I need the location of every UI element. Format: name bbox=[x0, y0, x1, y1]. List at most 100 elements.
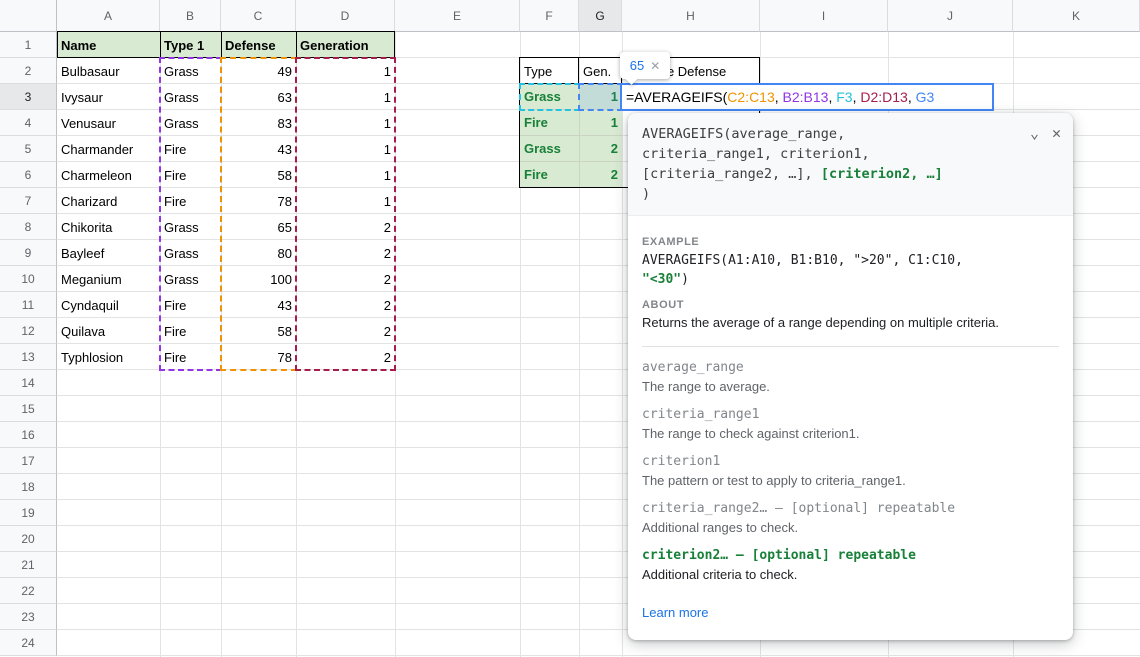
column-header-I[interactable]: I bbox=[760, 0, 888, 32]
function-help-popup: ⌄ ✕ AVERAGEIFS(average_range, criteria_ra… bbox=[628, 113, 1073, 640]
parameter-entry: average_rangeThe range to average. bbox=[642, 358, 1059, 396]
column-header-J[interactable]: J bbox=[888, 0, 1013, 32]
cell-A2[interactable]: Bulbasaur bbox=[57, 58, 160, 84]
example-line: AVERAGEIFS(A1:A10, B1:B10, ">20", C1:C10… bbox=[642, 251, 1059, 270]
cell-A5[interactable]: Charmander bbox=[57, 136, 160, 162]
about-text: Returns the average of a range depending… bbox=[642, 314, 1059, 332]
cell-summary-header-1[interactable]: Type bbox=[520, 58, 579, 84]
row-header-10[interactable]: 10 bbox=[0, 266, 57, 292]
cell-G5[interactable]: 2 bbox=[579, 136, 622, 162]
row-header-3[interactable]: 3 bbox=[0, 84, 57, 110]
cell-header-generation[interactable]: Generation bbox=[296, 32, 395, 58]
row-header-7[interactable]: 7 bbox=[0, 188, 57, 214]
signature-token: [criteria_range2, …], bbox=[642, 166, 821, 182]
column-header-K[interactable]: K bbox=[1013, 0, 1140, 32]
parameter-name: criterion1 bbox=[642, 452, 1059, 472]
cell-A8[interactable]: Chikorita bbox=[57, 214, 160, 240]
cell-A9[interactable]: Bayleef bbox=[57, 240, 160, 266]
cell-header-defense[interactable]: Defense bbox=[221, 32, 296, 58]
row-header-8[interactable]: 8 bbox=[0, 214, 57, 240]
example-token: AVERAGEIFS(A1:A10, B1:B10, ">20", C1:C10… bbox=[642, 253, 963, 268]
formula-part: , bbox=[853, 89, 861, 105]
formula-part: , bbox=[775, 89, 783, 105]
gridline-vertical bbox=[622, 32, 623, 657]
column-header-G[interactable]: G bbox=[579, 0, 622, 32]
row-header-11[interactable]: 11 bbox=[0, 292, 57, 318]
signature-line: AVERAGEIFS(average_range, bbox=[642, 124, 1029, 144]
formula-part: B2:B13 bbox=[783, 89, 829, 105]
row-header-13[interactable]: 13 bbox=[0, 344, 57, 370]
cell-A10[interactable]: Meganium bbox=[57, 266, 160, 292]
parameter-name: criteria_range2… – [optional] repeatable bbox=[642, 499, 1059, 519]
example-token: ) bbox=[681, 272, 689, 287]
range-highlight-F3 bbox=[519, 83, 580, 111]
cell-A12[interactable]: Quilava bbox=[57, 318, 160, 344]
row-header-20[interactable]: 20 bbox=[0, 526, 57, 552]
parameter-name: average_range bbox=[642, 358, 1059, 378]
column-header-H[interactable]: H bbox=[622, 0, 760, 32]
row-header-4[interactable]: 4 bbox=[0, 110, 57, 136]
row-header-23[interactable]: 23 bbox=[0, 604, 57, 630]
row-header-1[interactable]: 1 bbox=[0, 32, 57, 58]
cell-A4[interactable]: Venusaur bbox=[57, 110, 160, 136]
column-header-D[interactable]: D bbox=[296, 0, 395, 32]
range-highlight-G3 bbox=[578, 83, 623, 111]
row-header-24[interactable]: 24 bbox=[0, 630, 57, 656]
cell-A13[interactable]: Typhlosion bbox=[57, 344, 160, 370]
cell-A11[interactable]: Cyndaquil bbox=[57, 292, 160, 318]
row-header-9[interactable]: 9 bbox=[0, 240, 57, 266]
formula-input[interactable]: =AVERAGEIFS(C2:C13, B2:B13, F3, D2:D13, … bbox=[620, 83, 994, 111]
learn-more-link[interactable]: Learn more bbox=[642, 605, 708, 620]
formula-part: C2:C13 bbox=[727, 89, 774, 105]
row-header-15[interactable]: 15 bbox=[0, 396, 57, 422]
close-icon[interactable]: ✕ bbox=[1052, 124, 1061, 142]
row-header-12[interactable]: 12 bbox=[0, 318, 57, 344]
cell-F4[interactable]: Fire bbox=[520, 110, 579, 136]
cell-G4[interactable]: 1 bbox=[579, 110, 622, 136]
spreadsheet: ABCDEFGHIJK 1234567891011121314151617181… bbox=[0, 0, 1140, 657]
cell-G6[interactable]: 2 bbox=[579, 162, 622, 188]
collapse-icon[interactable]: ⌄ bbox=[1030, 124, 1039, 142]
row-header-21[interactable]: 21 bbox=[0, 552, 57, 578]
column-header-C[interactable]: C bbox=[221, 0, 296, 32]
row-header-6[interactable]: 6 bbox=[0, 162, 57, 188]
select-all-corner[interactable] bbox=[0, 0, 57, 32]
formula-result-value: 65 bbox=[630, 58, 644, 73]
about-label: ABOUT bbox=[642, 299, 1059, 311]
row-header-17[interactable]: 17 bbox=[0, 448, 57, 474]
formula-part: , bbox=[828, 89, 836, 105]
cell-A7[interactable]: Charizard bbox=[57, 188, 160, 214]
column-header-F[interactable]: F bbox=[520, 0, 579, 32]
parameter-description: The pattern or test to apply to criteria… bbox=[642, 472, 1059, 490]
row-header-19[interactable]: 19 bbox=[0, 500, 57, 526]
parameter-entry: criterion1The pattern or test to apply t… bbox=[642, 452, 1059, 490]
cell-F5[interactable]: Grass bbox=[520, 136, 579, 162]
cell-F6[interactable]: Fire bbox=[520, 162, 579, 188]
column-header-A[interactable]: A bbox=[57, 0, 160, 32]
signature-line: ) bbox=[642, 184, 1029, 204]
preview-close-icon[interactable]: ✕ bbox=[650, 59, 660, 73]
cell-summary-header-2[interactable]: Gen. bbox=[579, 58, 622, 84]
table-border bbox=[160, 31, 161, 58]
parameter-description: The range to average. bbox=[642, 378, 1059, 396]
row-header-22[interactable]: 22 bbox=[0, 578, 57, 604]
cell-A3[interactable]: Ivysaur bbox=[57, 84, 160, 110]
cell-header-type-1[interactable]: Type 1 bbox=[160, 32, 221, 58]
parameter-name: criterion2… – [optional] repeatable bbox=[642, 546, 1059, 566]
parameter-entry: criterion2… – [optional] repeatableAddit… bbox=[642, 546, 1059, 584]
cell-header-name[interactable]: Name bbox=[57, 32, 160, 58]
column-header-B[interactable]: B bbox=[160, 0, 221, 32]
formula-part: D2:D13 bbox=[860, 89, 907, 105]
column-header-E[interactable]: E bbox=[395, 0, 520, 32]
row-header-5[interactable]: 5 bbox=[0, 136, 57, 162]
row-header-18[interactable]: 18 bbox=[0, 474, 57, 500]
row-header-14[interactable]: 14 bbox=[0, 370, 57, 396]
row-header-16[interactable]: 16 bbox=[0, 422, 57, 448]
example-line: "<30") bbox=[642, 270, 1059, 289]
row-header-2[interactable]: 2 bbox=[0, 58, 57, 84]
table-border bbox=[394, 31, 395, 58]
example-token: "<30" bbox=[642, 272, 681, 287]
formula-part: , bbox=[908, 89, 916, 105]
cell-A6[interactable]: Charmeleon bbox=[57, 162, 160, 188]
range-highlight-B2-B13 bbox=[159, 57, 222, 371]
